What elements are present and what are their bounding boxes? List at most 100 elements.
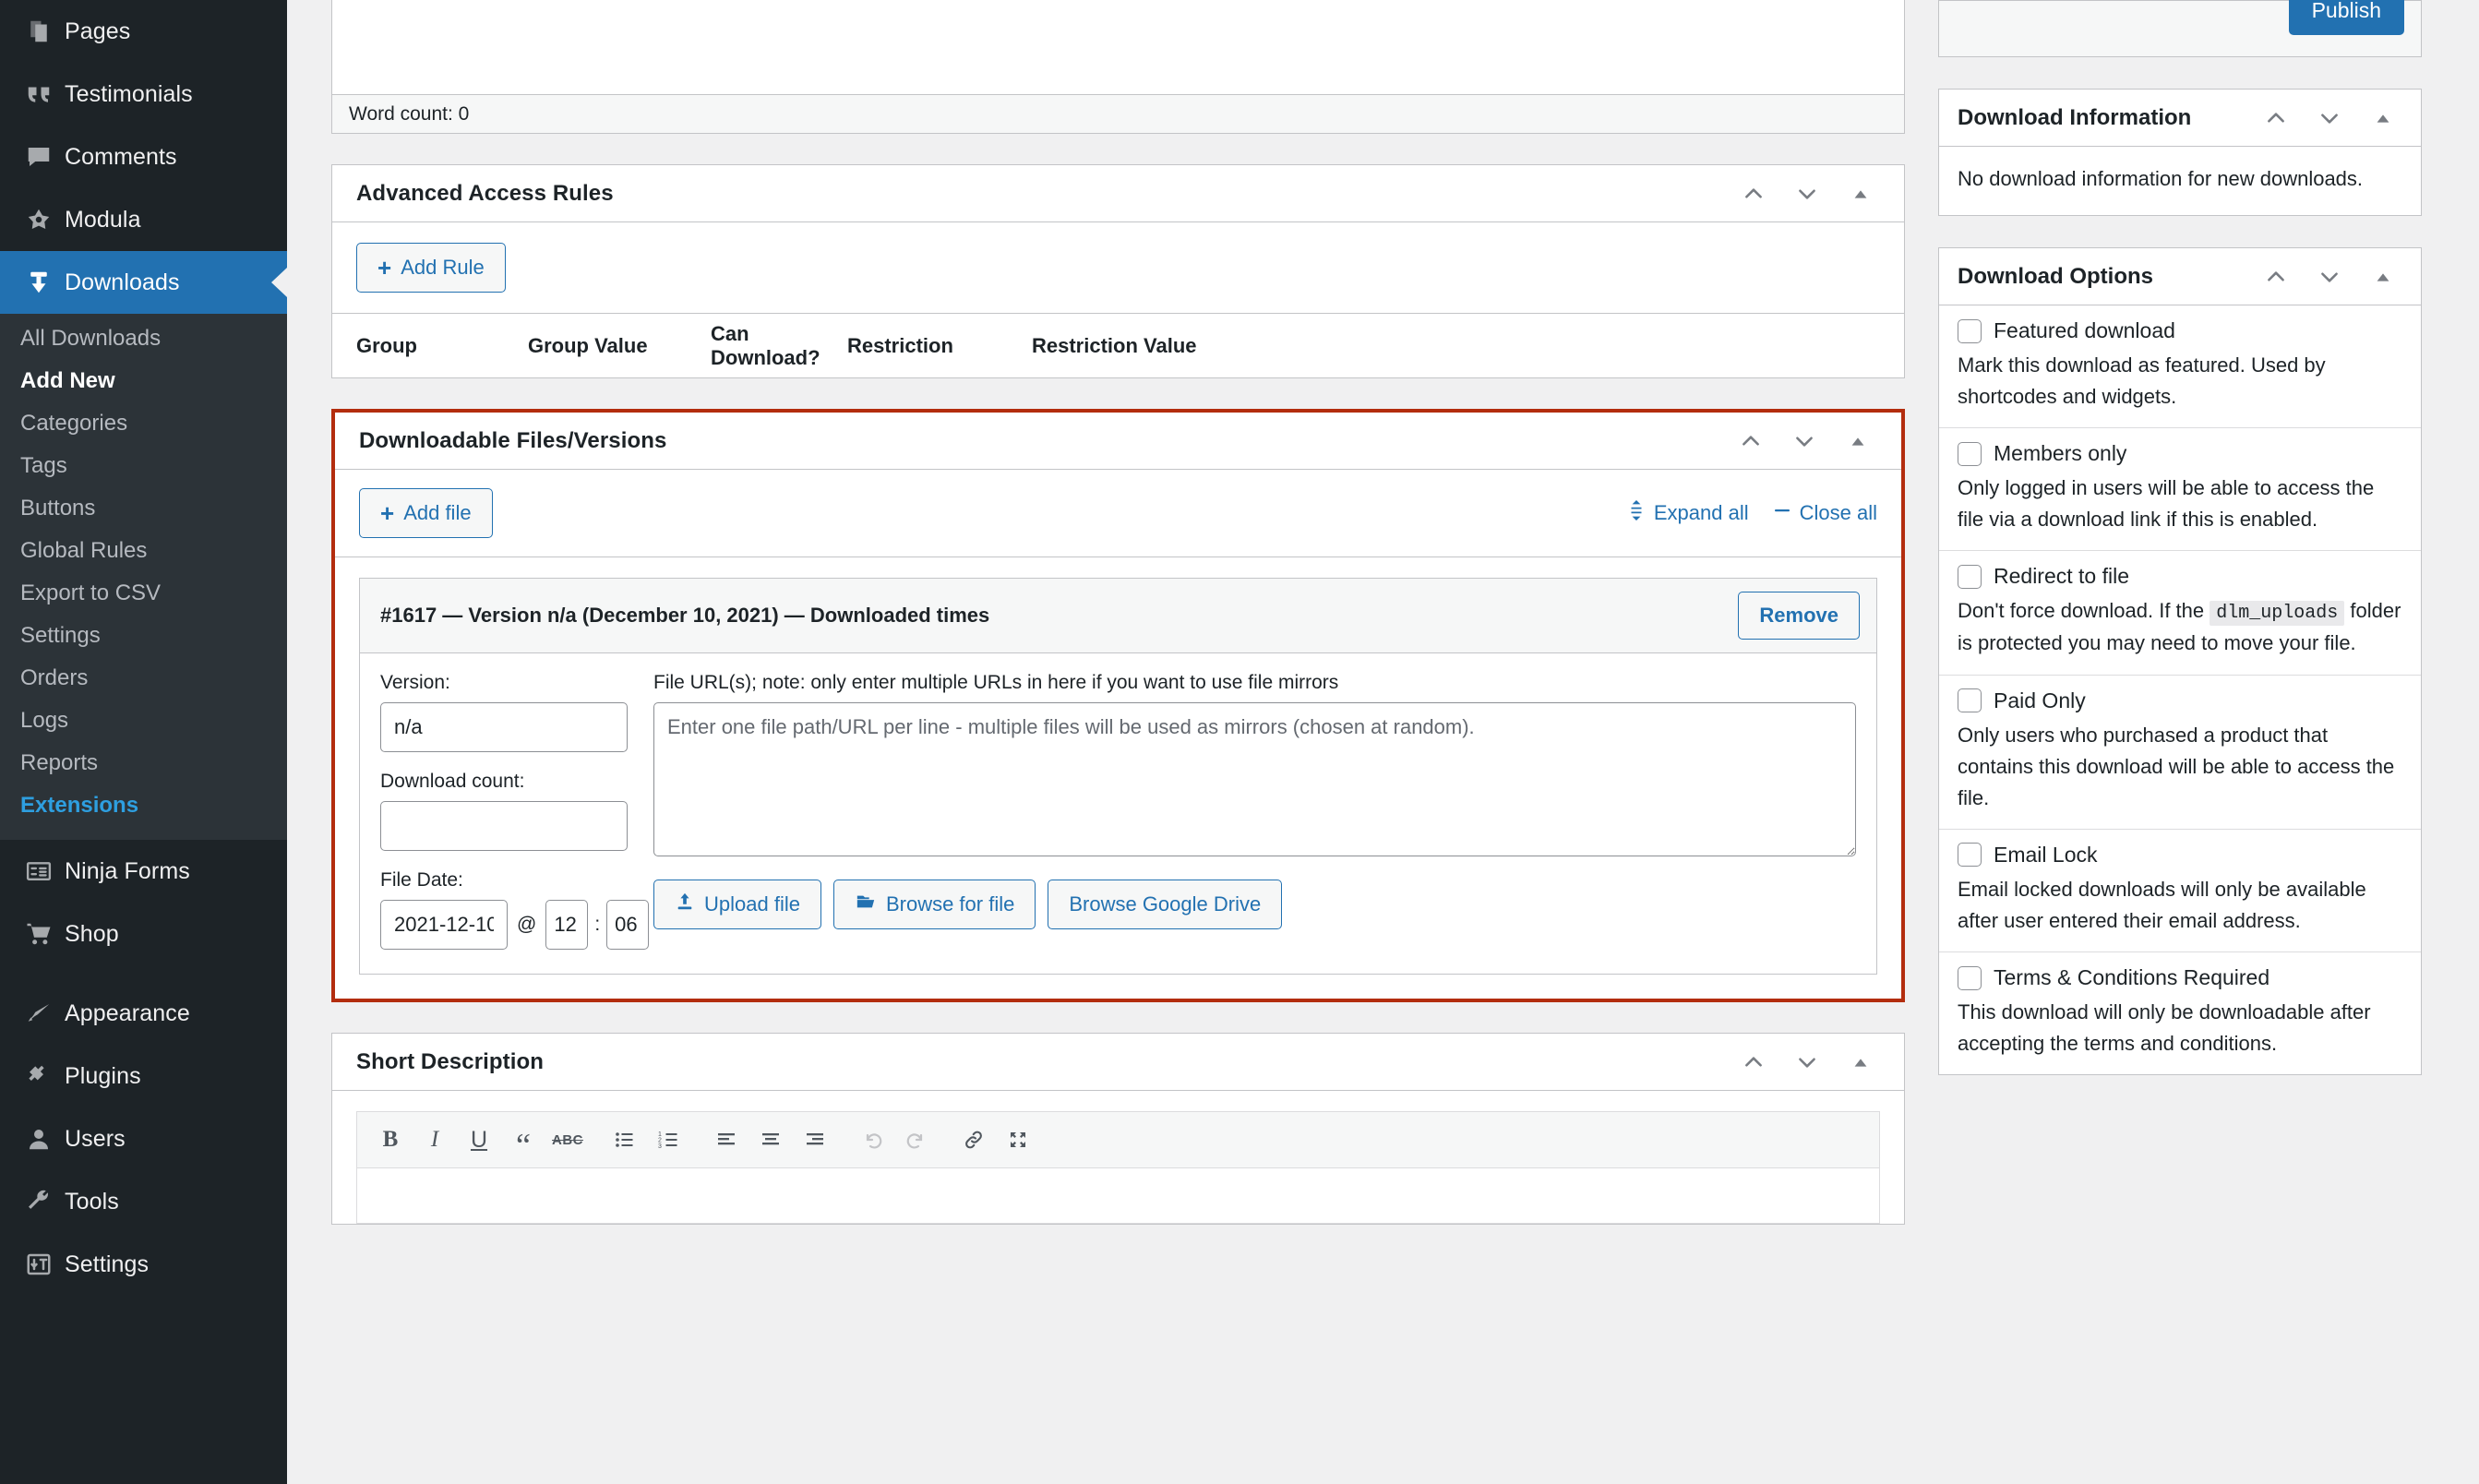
version-input[interactable]	[380, 702, 628, 752]
underline-icon[interactable]: U	[459, 1119, 499, 1160]
option-label[interactable]: Terms & Conditions Required	[1994, 965, 2269, 990]
panel-title: Download Options	[1958, 264, 2153, 290]
fullscreen-icon[interactable]	[998, 1119, 1038, 1160]
sidebar-item-pages[interactable]: Pages	[0, 0, 287, 63]
option-label[interactable]: Paid Only	[1994, 688, 2086, 713]
align-right-icon[interactable]	[795, 1119, 835, 1160]
email-lock-checkbox[interactable]	[1958, 843, 1982, 867]
bold-icon[interactable]: B	[370, 1119, 411, 1160]
file-hour-input[interactable]	[545, 900, 588, 950]
publish-button[interactable]: Publish	[2289, 0, 2404, 35]
at-symbol: @	[514, 914, 539, 936]
move-down-icon[interactable]	[2310, 257, 2349, 296]
insert-link-icon[interactable]	[953, 1119, 994, 1160]
submenu-item-all-downloads[interactable]: All Downloads	[0, 317, 287, 360]
browse-for-file-button[interactable]: Browse for file	[833, 880, 1036, 929]
add-file-button[interactable]: + Add file	[359, 488, 493, 538]
terms-conditions-checkbox[interactable]	[1958, 966, 1982, 990]
browse-google-drive-button[interactable]: Browse Google Drive	[1048, 880, 1282, 929]
main-content: Word count: 0 Advanced Access Rules +	[287, 0, 1938, 1484]
option-paid-only: Paid Only Only users who purchased a pro…	[1939, 676, 2421, 830]
move-down-icon[interactable]	[1788, 174, 1826, 213]
move-up-icon[interactable]	[1734, 174, 1773, 213]
move-down-icon[interactable]	[1785, 422, 1824, 461]
option-description: This download will only be downloadable …	[1958, 997, 2402, 1059]
option-label[interactable]: Members only	[1994, 441, 2126, 466]
files-list: #1617 — Version n/a (December 10, 2021) …	[335, 557, 1901, 999]
submenu-item-reports[interactable]: Reports	[0, 742, 287, 784]
undo-icon[interactable]	[852, 1119, 892, 1160]
sidebar-item-downloads[interactable]: Downloads	[0, 251, 287, 314]
move-up-icon[interactable]	[2257, 257, 2295, 296]
toggle-panel-icon[interactable]	[2364, 257, 2402, 296]
numbered-list-icon[interactable]: 123	[649, 1119, 689, 1160]
download-information-panel: Download Information No download informa…	[1938, 89, 2422, 216]
upload-file-button[interactable]: Upload file	[653, 880, 821, 929]
featured-download-checkbox[interactable]	[1958, 319, 1982, 343]
submenu-item-global-rules[interactable]: Global Rules	[0, 530, 287, 572]
submenu-item-orders[interactable]: Orders	[0, 657, 287, 700]
strikethrough-icon[interactable]: ABC	[547, 1119, 588, 1160]
submenu-item-export-to-csv[interactable]: Export to CSV	[0, 572, 287, 615]
close-all-button[interactable]: Close all	[1773, 501, 1877, 525]
sidebar-item-modula[interactable]: Modula	[0, 188, 287, 251]
submenu-item-logs[interactable]: Logs	[0, 700, 287, 742]
download-count-input[interactable]	[380, 801, 628, 851]
sidebar-item-settings[interactable]: Settings	[0, 1233, 287, 1296]
submenu-item-extensions[interactable]: Extensions	[0, 784, 287, 827]
toggle-panel-icon[interactable]	[1838, 422, 1877, 461]
option-label[interactable]: Redirect to file	[1994, 564, 2129, 589]
editor-canvas[interactable]	[332, 0, 1904, 94]
file-row-header[interactable]: #1617 — Version n/a (December 10, 2021) …	[360, 579, 1876, 653]
submenu-item-buttons[interactable]: Buttons	[0, 487, 287, 530]
sidebar-item-plugins[interactable]: Plugins	[0, 1045, 287, 1107]
paid-only-checkbox[interactable]	[1958, 688, 1982, 712]
move-down-icon[interactable]	[2310, 99, 2349, 138]
add-rule-button[interactable]: + Add Rule	[356, 243, 506, 293]
italic-icon[interactable]: I	[414, 1119, 455, 1160]
redo-icon[interactable]	[896, 1119, 937, 1160]
submenu-item-categories[interactable]: Categories	[0, 402, 287, 445]
sidebar-item-appearance[interactable]: Appearance	[0, 982, 287, 1045]
file-date-input[interactable]	[380, 900, 508, 950]
forms-icon	[13, 857, 65, 885]
move-down-icon[interactable]	[1788, 1043, 1826, 1082]
download-icon	[13, 269, 65, 296]
sidebar-item-users[interactable]: Users	[0, 1107, 287, 1170]
option-description: Email locked downloads will only be avai…	[1958, 874, 2402, 937]
file-minute-input[interactable]	[606, 900, 649, 950]
submenu-item-tags[interactable]: Tags	[0, 445, 287, 487]
sidebar-item-ninja-forms[interactable]: Ninja Forms	[0, 840, 287, 903]
submenu-item-add-new[interactable]: Add New	[0, 360, 287, 402]
sidebar-item-tools[interactable]: Tools	[0, 1170, 287, 1233]
bulleted-list-icon[interactable]	[605, 1119, 645, 1160]
option-label[interactable]: Email Lock	[1994, 843, 2097, 868]
sidebar-item-comments[interactable]: Comments	[0, 126, 287, 188]
blockquote-icon[interactable]: “	[503, 1119, 544, 1160]
panel-controls	[1734, 1043, 1880, 1082]
file-url-label: File URL(s); note: only enter multiple U…	[653, 672, 1856, 694]
panel-controls	[2257, 257, 2402, 296]
submenu-item-settings[interactable]: Settings	[0, 615, 287, 657]
redirect-to-file-checkbox[interactable]	[1958, 565, 1982, 589]
toggle-panel-icon[interactable]	[2364, 99, 2402, 138]
sidebar-item-label: Users	[65, 1126, 126, 1153]
move-up-icon[interactable]	[1731, 422, 1770, 461]
sidebar-item-shop[interactable]: Shop	[0, 903, 287, 965]
short-description-canvas[interactable]	[356, 1168, 1880, 1224]
file-url-textarea[interactable]	[653, 702, 1856, 856]
toggle-panel-icon[interactable]	[1841, 174, 1880, 213]
file-row: #1617 — Version n/a (December 10, 2021) …	[359, 578, 1877, 975]
move-up-icon[interactable]	[2257, 99, 2295, 138]
move-up-icon[interactable]	[1734, 1043, 1773, 1082]
option-label[interactable]: Featured download	[1994, 318, 2175, 343]
expand-all-button[interactable]: Expand all	[1627, 500, 1749, 526]
members-only-checkbox[interactable]	[1958, 442, 1982, 466]
toggle-panel-icon[interactable]	[1841, 1043, 1880, 1082]
align-center-icon[interactable]	[750, 1119, 791, 1160]
time-separator: :	[594, 914, 600, 936]
editor-toolbar: B I U “ ABC 123	[356, 1111, 1880, 1168]
align-left-icon[interactable]	[706, 1119, 747, 1160]
sidebar-item-testimonials[interactable]: Testimonials	[0, 63, 287, 126]
remove-file-button[interactable]: Remove	[1738, 592, 1860, 640]
